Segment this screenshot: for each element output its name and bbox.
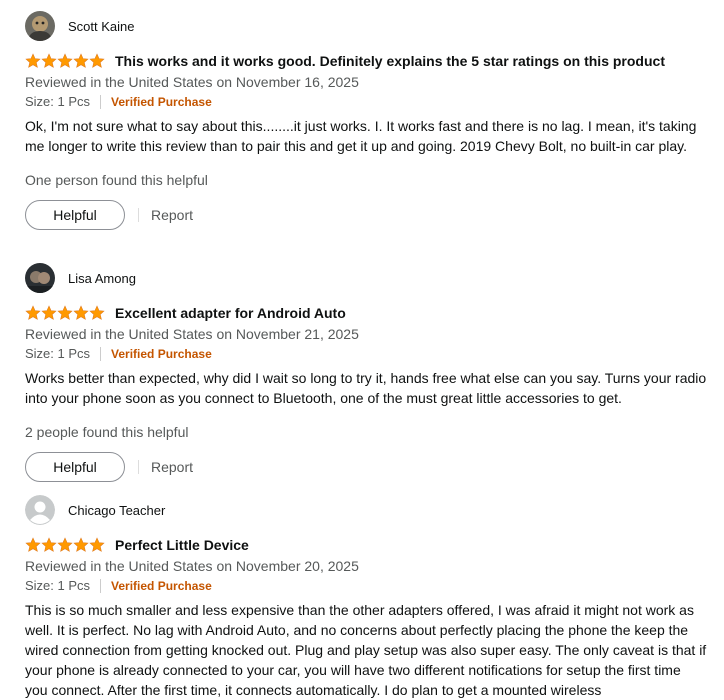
- review-title[interactable]: Perfect Little Device: [115, 537, 249, 553]
- helpful-count: One person found this helpful: [25, 172, 208, 188]
- star-icon: [25, 537, 41, 552]
- star-rating[interactable]: [25, 53, 105, 69]
- star-icon: [57, 537, 73, 552]
- review-body: This is so much smaller and less expensi…: [25, 602, 707, 698]
- star-icon: [73, 537, 89, 552]
- divider: [100, 579, 102, 593]
- reviewer-profile[interactable]: Lisa Among: [25, 263, 707, 293]
- star-icon: [89, 305, 105, 320]
- review-date: Reviewed in the United States on Novembe…: [25, 558, 359, 574]
- avatar: [25, 263, 55, 293]
- avatar: [25, 11, 55, 41]
- verified-purchase-badge[interactable]: Verified Purchase: [111, 92, 212, 112]
- divider: [138, 208, 139, 222]
- divider: [100, 95, 102, 109]
- reviewer-profile[interactable]: Scott Kaine: [25, 11, 707, 41]
- star-icon: [41, 305, 57, 320]
- review-body: Ok, I'm not sure what to say about this.…: [25, 118, 697, 154]
- star-icon: [25, 305, 41, 320]
- review-3: Chicago Teacher Perfect Little Device Re…: [25, 495, 707, 700]
- star-icon: [89, 53, 105, 68]
- star-icon: [57, 305, 73, 320]
- review-1: Scott Kaine This works and it works good…: [25, 11, 707, 230]
- size-label: Size: 1 Pcs: [25, 346, 91, 361]
- size-label: Size: 1 Pcs: [25, 94, 91, 109]
- report-link[interactable]: Report: [151, 459, 193, 475]
- star-icon: [25, 53, 41, 68]
- star-icon: [41, 537, 57, 552]
- reviewer-profile[interactable]: Chicago Teacher: [25, 495, 707, 525]
- star-rating[interactable]: [25, 305, 105, 321]
- helpful-button[interactable]: Helpful: [25, 200, 125, 230]
- star-icon: [41, 53, 57, 68]
- reviewer-name[interactable]: Scott Kaine: [68, 19, 135, 34]
- size-label: Size: 1 Pcs: [25, 578, 91, 593]
- helpful-button[interactable]: Helpful: [25, 452, 125, 482]
- review-title[interactable]: This works and it works good. Definitely…: [115, 53, 665, 69]
- star-icon: [57, 53, 73, 68]
- star-icon: [89, 537, 105, 552]
- review-date: Reviewed in the United States on Novembe…: [25, 74, 359, 90]
- verified-purchase-badge[interactable]: Verified Purchase: [111, 576, 212, 596]
- report-link[interactable]: Report: [151, 207, 193, 223]
- reviewer-name[interactable]: Chicago Teacher: [68, 503, 165, 518]
- review-title[interactable]: Excellent adapter for Android Auto: [115, 305, 346, 321]
- review-body: Works better than expected, why did I wa…: [25, 370, 707, 406]
- divider: [138, 460, 139, 474]
- star-icon: [73, 305, 89, 320]
- divider: [100, 347, 102, 361]
- star-icon: [73, 53, 89, 68]
- star-rating[interactable]: [25, 537, 105, 553]
- review-date: Reviewed in the United States on Novembe…: [25, 326, 359, 342]
- default-avatar-icon: [25, 495, 55, 525]
- reviewer-name[interactable]: Lisa Among: [68, 271, 136, 286]
- verified-purchase-badge[interactable]: Verified Purchase: [111, 344, 212, 364]
- review-2: Lisa Among Excellent adapter for Android…: [25, 263, 707, 482]
- helpful-count: 2 people found this helpful: [25, 424, 189, 440]
